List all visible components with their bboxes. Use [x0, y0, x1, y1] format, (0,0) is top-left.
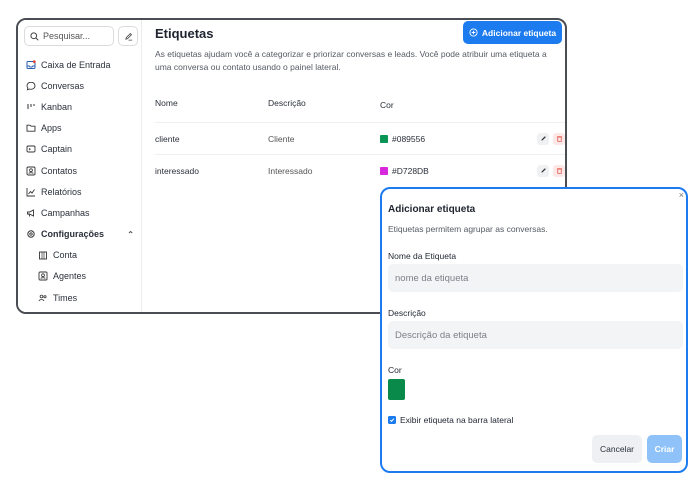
- sidebar-item-label: Relatórios: [41, 186, 82, 197]
- sidebar-item-label: Captain: [41, 144, 73, 155]
- sidebar-item-conversations[interactable]: Conversas: [24, 75, 140, 96]
- table-row: cliente Cliente #089556: [155, 122, 565, 154]
- close-icon[interactable]: ×: [679, 190, 684, 200]
- label-description: Interessado: [268, 165, 313, 176]
- building-icon: [37, 250, 48, 261]
- sidebar-item-label: Configurações: [41, 229, 105, 240]
- sidebar-item-apps[interactable]: Apps: [24, 118, 140, 139]
- trash-icon: [556, 136, 562, 142]
- team-icon: [37, 292, 48, 303]
- row-actions: [537, 132, 565, 145]
- show-in-sidebar-option[interactable]: Exibir etiqueta na barra lateral: [388, 415, 513, 425]
- label-description: Cliente: [268, 133, 295, 144]
- name-field-label: Nome da Etiqueta: [388, 251, 457, 261]
- page-title: Etiquetas: [155, 26, 214, 41]
- sidebar-item-reports[interactable]: Relatórios: [24, 181, 140, 202]
- sidebar-item-label: Kanban: [41, 101, 73, 112]
- sidebar-subitem-account[interactable]: Conta: [24, 245, 140, 266]
- sidebar-item-settings[interactable]: Configurações ⌃: [24, 224, 140, 245]
- column-header-name: Nome: [155, 98, 178, 108]
- table-row: interessado Interessado #D728DB: [155, 154, 565, 186]
- color-picker[interactable]: [388, 379, 405, 400]
- compose-button[interactable]: [118, 26, 138, 46]
- plus-circle-icon: [469, 28, 478, 37]
- megaphone-icon: [25, 207, 36, 218]
- color-swatch: [380, 134, 388, 143]
- folder-icon: [25, 123, 36, 134]
- sidebar-item-inbox[interactable]: Caixa de Entrada: [24, 54, 140, 75]
- add-label-button-text: Adicionar etiqueta: [481, 27, 557, 38]
- sidebar: Caixa de Entrada Conversas Kanban Apps C…: [18, 20, 142, 312]
- column-header-color: Cor: [380, 100, 394, 110]
- sidebar-item-label: Times: [53, 292, 78, 303]
- search-row: [24, 26, 138, 46]
- sidebar-item-label: Conversas: [41, 80, 85, 91]
- search-input[interactable]: [43, 31, 113, 41]
- column-header-description: Descrição: [268, 98, 306, 108]
- delete-button[interactable]: [553, 132, 565, 145]
- checkbox-label: Exibir etiqueta na barra lateral: [400, 415, 514, 425]
- sidebar-item-kanban[interactable]: Kanban: [24, 96, 140, 117]
- inbox-icon: [25, 59, 36, 70]
- pencil-icon: [540, 168, 546, 173]
- create-button[interactable]: Criar: [647, 435, 682, 463]
- sidebar-subitem-teams[interactable]: Times: [24, 287, 140, 308]
- sidebar-item-campaigns[interactable]: Campanhas: [24, 202, 140, 223]
- sidebar-item-contacts[interactable]: Contatos: [24, 160, 140, 181]
- agent-icon: [37, 271, 48, 282]
- color-swatch: [380, 166, 388, 175]
- description-field-label: Descrição: [388, 308, 426, 318]
- sidebar-item-label: Caixa de Entrada: [41, 59, 111, 70]
- label-name: interessado: [155, 165, 199, 176]
- add-label-modal: × Adicionar etiqueta Etiquetas permitem …: [380, 187, 688, 473]
- chart-icon: [25, 186, 36, 197]
- label-color: #D728DB: [380, 166, 530, 176]
- page-description: As etiquetas ajudam você a categorizar e…: [155, 49, 547, 72]
- add-label-button[interactable]: Adicionar etiqueta: [463, 21, 562, 44]
- sidebar-item-captain[interactable]: Captain: [24, 139, 140, 160]
- table-header: Nome Descrição Cor: [155, 98, 565, 112]
- search-box[interactable]: [24, 26, 114, 46]
- checkmark-icon: [389, 418, 395, 423]
- label-name-input[interactable]: [388, 264, 683, 292]
- pencil-icon: [540, 136, 546, 141]
- sidebar-item-label: Contatos: [41, 165, 78, 176]
- gear-icon: [25, 229, 36, 240]
- sidebar-item-label: Campanhas: [41, 207, 90, 218]
- delete-button[interactable]: [553, 164, 565, 177]
- sidebar-item-label: Agentes: [53, 271, 87, 282]
- kanban-icon: [25, 101, 36, 112]
- search-icon: [30, 31, 39, 41]
- trash-icon: [556, 168, 562, 174]
- chat-icon: [25, 80, 36, 91]
- sidebar-item-label: Conta: [53, 250, 78, 261]
- color-hex: #D728DB: [392, 165, 429, 176]
- label-description-input[interactable]: [388, 321, 683, 349]
- chevron-up-icon: ⌃: [127, 229, 134, 239]
- sidebar-nav: Caixa de Entrada Conversas Kanban Apps C…: [24, 54, 140, 308]
- modal-title: Adicionar etiqueta: [388, 204, 476, 215]
- row-actions: [537, 164, 565, 177]
- sidebar-item-label: Apps: [41, 123, 62, 134]
- color-field-label: Cor: [388, 365, 402, 375]
- modal-subtitle: Etiquetas permitem agrupar as conversas.: [388, 224, 548, 234]
- label-name: cliente: [155, 133, 180, 144]
- color-hex: #089556: [392, 133, 426, 144]
- show-in-sidebar-checkbox[interactable]: [388, 416, 396, 424]
- captain-icon: [25, 144, 36, 155]
- edit-button[interactable]: [537, 164, 549, 177]
- label-color: #089556: [380, 134, 530, 144]
- pencil-icon: [124, 32, 132, 41]
- labels-table: Nome Descrição Cor cliente Cliente #0895…: [155, 98, 565, 186]
- contacts-icon: [25, 165, 36, 176]
- edit-button[interactable]: [537, 132, 549, 145]
- sidebar-subitem-agents[interactable]: Agentes: [24, 266, 140, 287]
- cancel-button[interactable]: Cancelar: [592, 435, 642, 463]
